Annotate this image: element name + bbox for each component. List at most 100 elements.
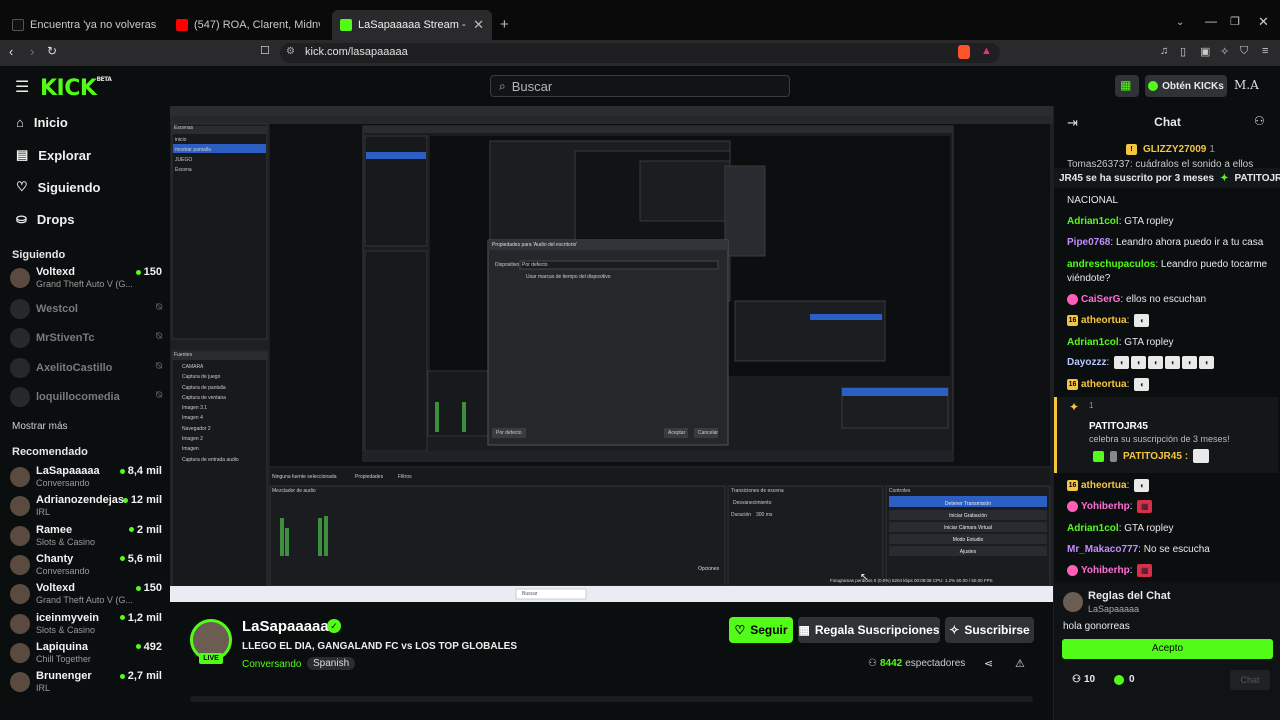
chat-message: 16 atheortua: ◖ [1067, 314, 1275, 328]
follow-button[interactable]: ♡ Seguir [729, 617, 793, 643]
rules-channel: LaSapaaaaa [1088, 604, 1140, 614]
share-icon[interactable]: ⋖ [984, 657, 993, 670]
back-icon[interactable]: ‹ [9, 44, 13, 59]
vpn-icon[interactable]: ⛉ [1240, 45, 1248, 58]
bookmark-icon[interactable]: ☐ [260, 44, 270, 57]
gift-box-icon: ▦ [1120, 78, 1132, 92]
brave-shield-icon[interactable] [958, 45, 970, 59]
chat-username[interactable]: Pipe0768 [1067, 237, 1110, 248]
chat-username[interactable]: atheortua [1081, 315, 1127, 326]
sidebar-channel[interactable]: Chanty Conversando 5,6 mil [10, 552, 162, 578]
nav-drops[interactable]: ⛀ Drops [16, 211, 74, 227]
language-tag[interactable]: Spanish [307, 657, 356, 670]
browser-tab-bar: Encuentra 'ya no volveras' en TikTok | (… [0, 0, 1280, 40]
sidebar-channel[interactable]: MrStivenTc ⍉ [10, 325, 162, 351]
user-avatar[interactable]: M.A [1234, 78, 1259, 92]
gift-subs-button[interactable]: ▦ Regala Suscripciones [798, 617, 940, 643]
channel-avatar [10, 358, 30, 378]
leo-icon[interactable]: ✧ [1220, 45, 1229, 58]
close-tab-icon[interactable]: ✕ [473, 17, 484, 33]
kicks-balance[interactable]: 0 [1114, 674, 1135, 685]
sidebar-channel[interactable]: Lapiquina Chill Together 492 [10, 640, 162, 666]
verified-icon: ✓ [327, 619, 341, 633]
sidebar-channel[interactable]: loquillocomedia ⍉ [10, 384, 162, 410]
minimize-icon[interactable]: — [1205, 14, 1217, 28]
chat-text: GTA ropley [1124, 337, 1174, 348]
chat-users-icon[interactable]: ⚇ [1254, 114, 1265, 128]
chat-username[interactable]: Yohiberhp [1081, 565, 1130, 576]
sidebar-channel[interactable]: LaSapaaaaa Conversando 8,4 mil [10, 464, 162, 490]
emote-icon: ◖ [1134, 479, 1150, 492]
browser-tab-tiktok[interactable]: Encuentra 'ya no volveras' en TikTok | [4, 10, 164, 40]
chat-username[interactable]: Adrian1col [1067, 523, 1119, 534]
sidebar-channel[interactable]: iceinmyvein Slots & Casino 1,2 mil [10, 611, 162, 637]
hamburger-menu-icon[interactable]: ☰ [15, 77, 29, 97]
url-bar[interactable]: ⚙ kick.com/lasapaaaaa [280, 43, 1000, 63]
channel-avatar [10, 584, 30, 605]
get-kicks-button[interactable]: Obtén KICKs [1145, 75, 1227, 97]
obs-sources-item: Captura de juego [182, 374, 221, 381]
obs-btn-accept: Aceptar [668, 430, 686, 436]
sidebar-channel[interactable]: Brunenger IRL 2,7 mil [10, 669, 162, 695]
recommended-heading: Recomendado [12, 446, 88, 458]
sidebar-channel[interactable]: Westcol ⍉ [10, 296, 162, 322]
obs-sources-item: Captura de ventana [182, 394, 226, 401]
subscribe-button[interactable]: ✧ Suscribirse [945, 617, 1034, 643]
reload-icon[interactable]: ↻ [47, 44, 57, 58]
chat-text: NACIONAL [1067, 195, 1119, 206]
sidebar-icon[interactable]: ▯ [1180, 45, 1186, 58]
chat-username[interactable]: Dayozzz [1067, 357, 1106, 368]
sidebar-channel[interactable]: Voltexd Grand Theft Auto V (G... 150 [10, 265, 162, 291]
report-icon[interactable]: ⚠ [1015, 657, 1025, 670]
live-dot-icon [122, 497, 128, 503]
heart-icon: ♡ [16, 179, 28, 194]
chat-text: Leandro ahora puedo ir a tu casa [1115, 237, 1264, 248]
sidebar-channel[interactable]: Ramee Slots & Casino 2 mil [10, 523, 162, 549]
sidebar-channel[interactable]: Voltexd Grand Theft Auto V (G... 150 [10, 581, 162, 607]
chat-panel: ⇥ Chat ⚇ ! GLIZZY27009 1 Tomas263737: cu… [1053, 106, 1280, 720]
chat-username[interactable]: Adrian1col [1067, 337, 1119, 348]
browser-tab-kick[interactable]: LaSapaaaaa Stream - Watch Live ✕ [332, 10, 492, 40]
wallet-icon[interactable]: ▣ [1200, 45, 1210, 58]
channel-avatar [10, 554, 30, 575]
music-icon[interactable]: ♫ [1160, 45, 1168, 57]
channel-points[interactable]: ⚇ 10 [1072, 674, 1095, 685]
menu-icon[interactable]: ≡ [1262, 45, 1268, 57]
star-icon: ✧ [949, 623, 960, 637]
chat-username[interactable]: Mr_Makaco777 [1067, 544, 1138, 555]
chevron-down-icon[interactable]: ⌄ [1176, 17, 1184, 28]
sidebar-channel[interactable]: AxelitoCastillo ⍉ [10, 355, 162, 381]
chat-message: Adrian1col: GTA ropley [1067, 337, 1174, 348]
brave-rewards-icon[interactable]: ▲ [981, 45, 992, 57]
close-window-icon[interactable]: ✕ [1258, 14, 1269, 30]
browser-tab-youtube[interactable]: (547) ROA, Clarent, Midnvght - REIN [168, 10, 328, 40]
nav-explore[interactable]: ▤ Explorar [16, 147, 91, 163]
live-dot-icon [119, 673, 125, 679]
new-tab-icon[interactable]: + [500, 16, 509, 33]
chat-username[interactable]: Yohiberhp [1081, 501, 1130, 512]
chat-username[interactable]: atheortua [1081, 379, 1127, 390]
site-info-icon[interactable]: ⚙ [286, 46, 295, 57]
pinned-gifter[interactable]: ! GLIZZY27009 1 [1126, 144, 1215, 155]
send-chat-button[interactable]: Chat [1230, 670, 1270, 690]
video-player[interactable]: Escenas inicio mostrar pantalla JUEGO Escen… [170, 106, 1053, 602]
kick-logo[interactable]: KICKBETA [40, 76, 112, 101]
chat-username[interactable]: CaiSerG [1081, 294, 1120, 305]
viewer-count: 150 [135, 266, 162, 278]
sidebar-channel[interactable]: Adrianozendejas... IRL 12 mil [10, 493, 162, 519]
stream-category[interactable]: Conversando [242, 659, 301, 670]
rewards-button[interactable]: ▦ [1115, 75, 1139, 97]
chat-username[interactable]: atheortua [1081, 480, 1127, 491]
nav-following[interactable]: ♡ Siguiendo [16, 179, 101, 195]
forward-icon[interactable]: › [30, 44, 34, 59]
channel-name: LaSapaaaaa [36, 465, 100, 477]
channel-name[interactable]: LaSapaaaaa [242, 618, 329, 635]
search-input[interactable]: ⌕ Buscar [490, 75, 790, 97]
restore-icon[interactable]: ❐ [1230, 15, 1240, 28]
nav-home[interactable]: ⌂ Inicio [16, 115, 68, 130]
chat-username[interactable]: andreschupaculos [1067, 259, 1155, 270]
get-kicks-label: Obtén KICKs [1162, 80, 1224, 92]
accept-rules-button[interactable]: Acepto [1062, 639, 1273, 659]
chat-username[interactable]: Adrian1col [1067, 216, 1119, 227]
show-more-link[interactable]: Mostrar más [12, 421, 68, 432]
